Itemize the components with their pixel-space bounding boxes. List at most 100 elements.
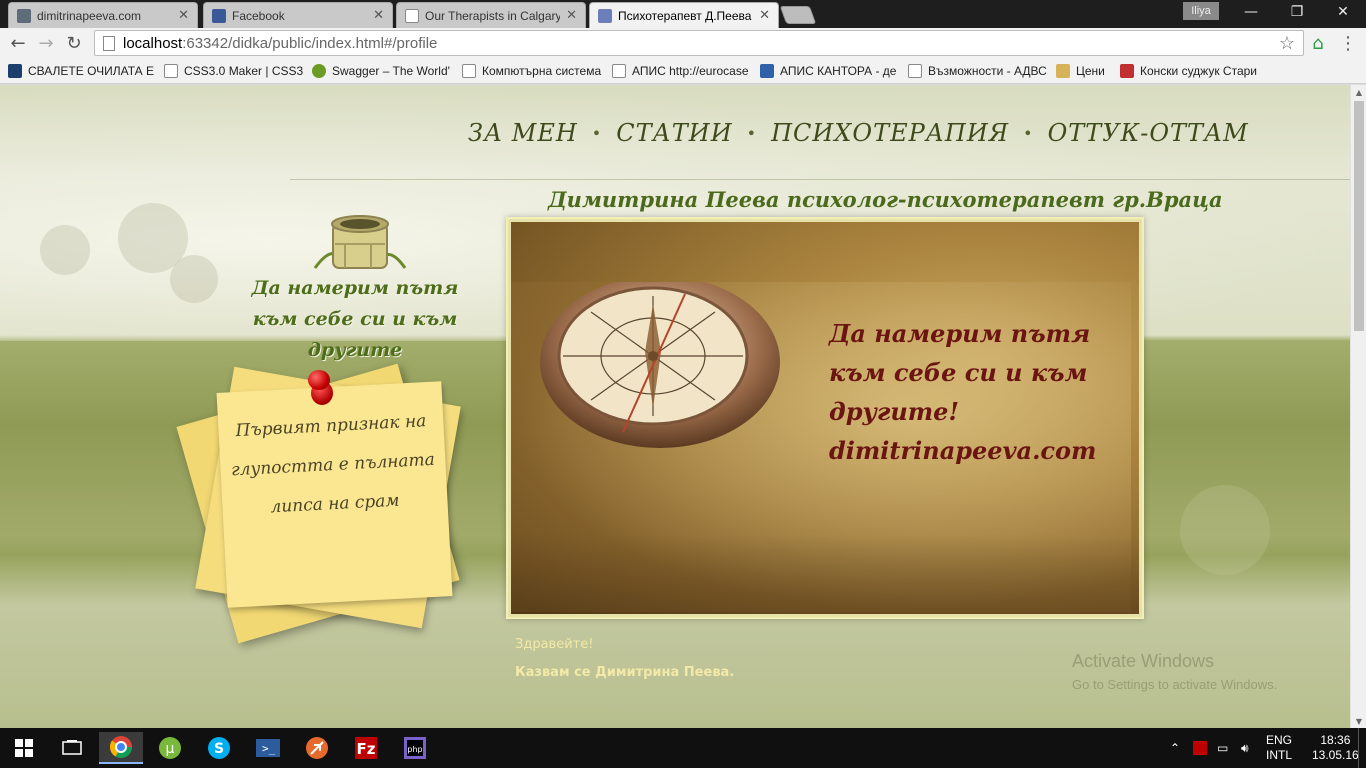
bookmark-item[interactable]: Компютърна система bbox=[462, 63, 604, 78]
scroll-up-icon[interactable]: ▲ bbox=[1351, 85, 1366, 99]
bookmark-item[interactable]: АПИС КАНТОРА - де bbox=[760, 63, 900, 78]
skype-icon[interactable]: S bbox=[197, 732, 241, 764]
hero-shade bbox=[511, 534, 1139, 614]
language-code: ENG bbox=[1266, 733, 1293, 747]
page-icon bbox=[103, 35, 115, 51]
php-icon bbox=[598, 8, 612, 23]
bookmark-item[interactable]: Възможности - АДВС bbox=[908, 63, 1048, 78]
close-icon[interactable]: ✕ bbox=[566, 8, 577, 23]
language-layout: INTL bbox=[1266, 748, 1293, 762]
clock-date: 13.05.16 bbox=[1312, 748, 1359, 762]
facebook-icon bbox=[212, 8, 226, 23]
folder-icon bbox=[1056, 63, 1070, 78]
clock[interactable]: 18:36 13.05.16 bbox=[1312, 728, 1359, 768]
nav-item-about[interactable]: ЗА МЕН bbox=[468, 119, 578, 147]
logo-tagline-line: към себе си и към другите bbox=[252, 308, 458, 361]
git-gui-icon[interactable] bbox=[295, 732, 339, 764]
pushpin-head bbox=[308, 370, 330, 390]
site-nav: ЗА МЕН • СТАТИИ • ПСИХОТЕРАПИЯ • ОТТУК-О… bbox=[468, 119, 1249, 147]
address-bar[interactable]: localhost :63342/didka/public/index.html… bbox=[94, 30, 1304, 56]
bookmark-item[interactable]: Цени bbox=[1056, 63, 1112, 78]
hero-quote-line: dimitrinapeeva.com bbox=[829, 436, 1097, 465]
nav-item-psychotherapy[interactable]: ПСИХОТЕРАПИЯ bbox=[771, 119, 1009, 147]
bookmark-item[interactable]: Swagger – The World' bbox=[312, 63, 454, 78]
bookmark-label: АПИС http://eurocase bbox=[632, 63, 749, 78]
nav-item-misc[interactable]: ОТТУК-ОТТАМ bbox=[1048, 119, 1249, 147]
hero-quote: Да намерим пътя към себе си и към другит… bbox=[829, 314, 1129, 470]
bookmark-label: Конски суджук Стари bbox=[1140, 63, 1258, 78]
bookmark-n-icon bbox=[8, 63, 22, 78]
page-icon bbox=[164, 63, 178, 78]
swagger-icon bbox=[312, 63, 326, 78]
close-window-icon[interactable]: ✕ bbox=[1320, 0, 1366, 24]
reload-icon[interactable]: ↻ bbox=[62, 31, 86, 55]
bookmark-item[interactable]: Конски суджук Стари bbox=[1120, 63, 1260, 78]
clock-time: 18:36 bbox=[1320, 733, 1351, 747]
page-scrollbar[interactable]: ▲ ▼ bbox=[1350, 85, 1366, 728]
svg-text:µ: µ bbox=[166, 741, 175, 757]
filezilla-tray-icon[interactable] bbox=[1193, 728, 1207, 768]
logo-tagline-line: Да намерим пътя bbox=[251, 277, 459, 299]
svg-text:S: S bbox=[214, 741, 224, 757]
greeting-text: Здравейте! bbox=[515, 637, 594, 652]
web-page: ЗА МЕН • СТАТИИ • ПСИХОТЕРАПИЯ • ОТТУК-О… bbox=[0, 85, 1350, 728]
bookmark-label: CSS3.0 Maker | CSS3.0 bbox=[184, 63, 304, 78]
close-icon[interactable]: ✕ bbox=[373, 8, 384, 23]
tab-therapists[interactable]: Our Therapists in Calgary ✕ bbox=[396, 2, 586, 28]
forward-icon[interactable]: → bbox=[34, 31, 58, 55]
activate-windows-title: Activate Windows bbox=[1072, 651, 1215, 671]
phpstorm-icon[interactable]: php bbox=[393, 732, 437, 764]
bookmark-item[interactable]: CSS3.0 Maker | CSS3.0 bbox=[164, 63, 304, 78]
tab-strip: dimitrinapeeva.com ✕ Facebook ✕ Our Ther… bbox=[0, 0, 1366, 28]
tab-psychotherapist[interactable]: Психотерапевт Д.Пеева ✕ bbox=[589, 2, 779, 28]
nav-item-articles[interactable]: СТАТИИ bbox=[616, 119, 732, 147]
new-tab-button[interactable] bbox=[779, 6, 817, 24]
svg-text:>_: >_ bbox=[262, 742, 276, 755]
menu-icon[interactable]: ⋮ bbox=[1336, 31, 1360, 55]
nav-separator: • bbox=[746, 123, 758, 143]
hero-image: Да намерим пътя към себе си и към другит… bbox=[511, 222, 1139, 614]
scroll-down-icon[interactable]: ▼ bbox=[1351, 714, 1366, 728]
url-host: localhost bbox=[123, 34, 183, 52]
hero-quote-line: към себе си и към bbox=[829, 358, 1088, 387]
bookmark-label: Swagger – The World' bbox=[332, 63, 450, 78]
nav-separator: • bbox=[591, 123, 603, 143]
volume-icon[interactable]: 🔊︎ bbox=[1241, 728, 1249, 768]
home-icon[interactable]: ⌂ bbox=[1306, 31, 1330, 55]
show-desktop-button[interactable] bbox=[1358, 728, 1366, 768]
tab-facebook[interactable]: Facebook ✕ bbox=[203, 2, 393, 28]
tray-chevron-icon[interactable]: ⌃ bbox=[1170, 728, 1180, 768]
network-icon[interactable]: ▭ bbox=[1217, 728, 1228, 768]
maximize-icon[interactable]: ❐ bbox=[1274, 0, 1320, 24]
hero-quote-line: Да намерим пътя bbox=[829, 319, 1091, 348]
profile-button[interactable]: Iliya bbox=[1183, 2, 1219, 20]
compass-icon bbox=[540, 282, 780, 448]
utorrent-icon[interactable]: µ bbox=[148, 732, 192, 764]
svg-text:php: php bbox=[407, 745, 422, 754]
minimize-icon[interactable]: — bbox=[1228, 0, 1274, 24]
bookmark-item[interactable]: АПИС http://eurocase bbox=[612, 63, 752, 78]
powershell-icon[interactable]: >_ bbox=[246, 732, 290, 764]
bookmark-label: Цени bbox=[1076, 63, 1105, 78]
task-view-icon[interactable] bbox=[50, 732, 94, 764]
url-path: :63342/didka/public/index.html#/profile bbox=[182, 34, 438, 52]
start-windows-icon[interactable] bbox=[2, 732, 46, 764]
chrome-icon[interactable] bbox=[99, 732, 143, 764]
close-icon[interactable]: ✕ bbox=[759, 8, 770, 23]
bookmark-label: АПИС КАНТОРА - де bbox=[780, 63, 897, 78]
bookmark-item[interactable]: СВАЛЕТЕ ОЧИЛАТА Е bbox=[8, 63, 156, 78]
svg-text:Fz: Fz bbox=[357, 740, 376, 758]
windows-taskbar: µ S >_ Fz php ⌃ ▭ 🔊︎ ENG INTL 18:36 13.0… bbox=[0, 728, 1366, 768]
nav-separator: • bbox=[1023, 123, 1034, 143]
back-icon[interactable]: ← bbox=[6, 31, 30, 55]
filezilla-icon[interactable]: Fz bbox=[344, 732, 388, 764]
flower-decoration bbox=[1180, 485, 1270, 575]
page-icon bbox=[908, 63, 922, 78]
scrollbar-thumb[interactable] bbox=[1354, 101, 1364, 331]
close-icon[interactable]: ✕ bbox=[178, 8, 189, 23]
tab-dimitrinapeeva[interactable]: dimitrinapeeva.com ✕ bbox=[8, 2, 198, 28]
language-indicator[interactable]: ENG INTL bbox=[1266, 728, 1292, 768]
page-icon bbox=[462, 63, 476, 78]
cloud-icon bbox=[17, 8, 31, 23]
bookmark-star-icon[interactable]: ☆ bbox=[1279, 33, 1295, 54]
